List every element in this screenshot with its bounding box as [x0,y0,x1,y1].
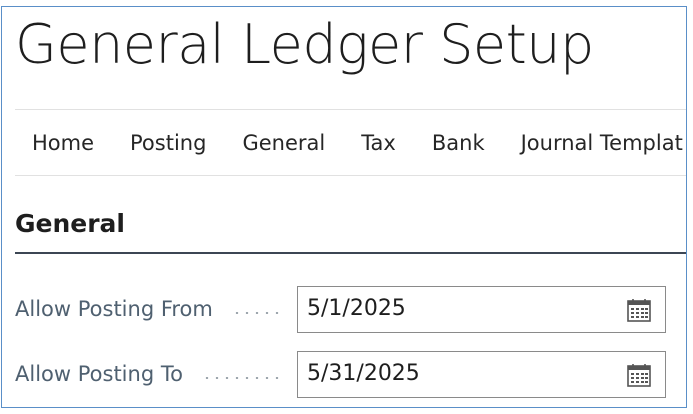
allow-posting-from-value[interactable]: 5/1/2025 [307,296,406,321]
page-title: General Ledger Setup [15,13,594,76]
tab-general[interactable]: General [242,131,325,155]
allow-posting-to-label: Allow Posting To [15,362,183,386]
field-leader-dots [232,312,282,314]
tab-tax[interactable]: Tax [361,131,396,155]
tab-home[interactable]: Home [32,131,94,155]
allow-posting-from-input[interactable]: 5/1/2025 [297,286,666,333]
allow-posting-from-label: Allow Posting From [15,297,213,321]
allow-posting-to-input[interactable]: 5/31/2025 [297,351,666,398]
allow-posting-to-value[interactable]: 5/31/2025 [307,361,420,386]
action-tab-bar: Home Posting General Tax Bank Journal Te… [15,110,686,175]
calendar-icon[interactable] [626,362,652,388]
tab-posting[interactable]: Posting [130,131,206,155]
setup-page-frame: General Ledger Setup Home Posting Genera… [1,6,687,408]
tab-bank[interactable]: Bank [432,131,485,155]
section-title-general[interactable]: General [15,207,125,241]
field-leader-dots [202,377,282,379]
tab-bar-bottom-divider [15,175,686,176]
section-underline [15,252,686,254]
tab-journal-templates[interactable]: Journal Templat [521,131,683,155]
calendar-icon[interactable] [626,297,652,323]
